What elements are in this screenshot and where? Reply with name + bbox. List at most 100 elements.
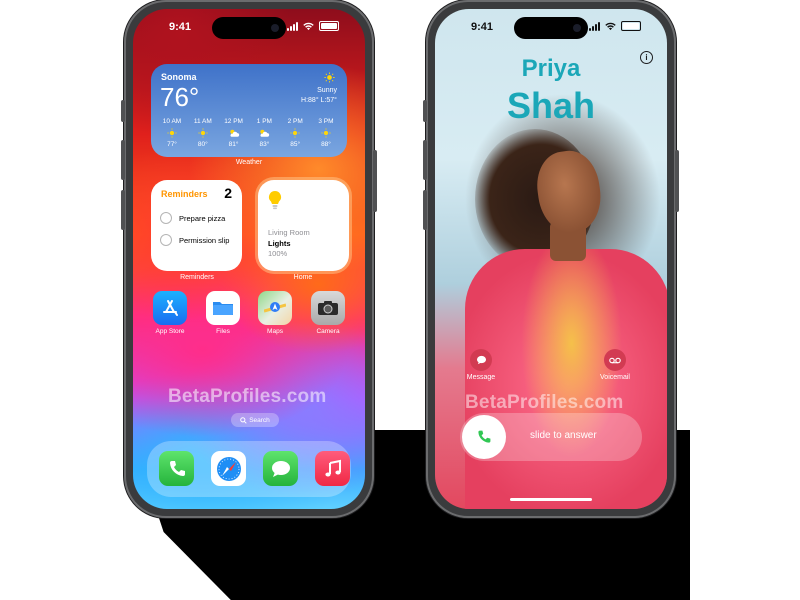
- home-accessory: Lights: [268, 239, 291, 248]
- partly-cloudy-icon: [229, 129, 239, 137]
- sun-icon: [324, 72, 335, 83]
- forecast-temp: 77°: [167, 141, 177, 148]
- caller-last-name: Shah: [506, 85, 595, 126]
- reminders-widget[interactable]: Reminders 2 Prepare pizza Permission sli…: [151, 180, 242, 271]
- weather-temp: 76°: [160, 82, 200, 112]
- home-screen: 9:41 Sonoma 76° Sunny H:88° L:57° 10 AM …: [133, 9, 365, 509]
- search-label: Search: [249, 416, 270, 424]
- app-label: Files: [216, 328, 230, 335]
- search-icon: [240, 416, 247, 424]
- forecast-temp: 83°: [259, 141, 270, 148]
- phone-icon[interactable]: [159, 451, 194, 486]
- search-button[interactable]: Search: [231, 413, 279, 427]
- phone-icon: [478, 430, 491, 443]
- sun-icon: [290, 128, 300, 138]
- status-time: 9:41: [169, 21, 192, 33]
- forecast-time: 12 PM: [224, 118, 243, 125]
- action-button: [423, 100, 427, 122]
- message-button[interactable]: Message: [451, 349, 511, 381]
- weather-condition: Sunny: [317, 87, 337, 94]
- forecast-temp: 88°: [321, 141, 331, 148]
- forecast-time: 3 PM: [318, 118, 334, 125]
- answer-knob[interactable]: [462, 415, 506, 459]
- reminder-text: Prepare pizza: [179, 213, 226, 223]
- status-time: 9:41: [471, 21, 494, 33]
- slide-to-answer-label: slide to answer: [530, 430, 597, 441]
- forecast-time: 2 PM: [287, 118, 303, 125]
- weather-widget-label: Weather: [235, 159, 263, 166]
- volume-down-button: [121, 190, 125, 230]
- status-bar: 9:41: [435, 19, 667, 37]
- camera-app[interactable]: Camera: [311, 291, 345, 335]
- voicemail-icon: [604, 349, 626, 371]
- voicemail-button[interactable]: Voicemail: [585, 349, 645, 381]
- reminder-item[interactable]: Permission slip: [160, 234, 229, 246]
- app-label: Camera: [316, 328, 340, 335]
- watermark-text: BetaProfiles.com: [465, 392, 624, 413]
- forecast-temp: 85°: [290, 141, 301, 148]
- music-icon[interactable]: [315, 451, 350, 486]
- message-label: Message: [466, 374, 496, 381]
- maps-app[interactable]: Maps: [258, 291, 292, 335]
- reminder-text: Permission slip: [179, 235, 230, 245]
- weather-widget[interactable]: Sonoma 76° Sunny H:88° L:57° 10 AM 77° 1…: [151, 64, 347, 157]
- files-app[interactable]: Files: [206, 291, 240, 335]
- message-icon: [470, 349, 492, 371]
- caller-first-name: Priya: [521, 55, 581, 82]
- forecast-time: 1 PM: [256, 118, 272, 125]
- forecast-hour: 11 AM 80°: [188, 116, 218, 150]
- files-icon: [206, 291, 240, 325]
- side-button: [373, 150, 377, 212]
- wifi-icon: [303, 22, 314, 30]
- home-room: Living Room: [268, 228, 310, 237]
- sun-icon: [198, 128, 208, 138]
- checkbox-circle-icon[interactable]: [160, 212, 172, 224]
- volume-up-button: [121, 140, 125, 180]
- forecast-hour: 2 PM 85°: [280, 116, 310, 150]
- slide-to-answer[interactable]: slide to answer: [460, 413, 642, 461]
- forecast-temp: 81°: [228, 141, 239, 148]
- messages-icon[interactable]: [263, 451, 298, 486]
- weather-city: Sonoma: [161, 72, 197, 82]
- voicemail-label: Voicemail: [600, 374, 630, 381]
- app-label: Maps: [267, 328, 283, 335]
- safari-icon[interactable]: [211, 451, 246, 486]
- app-store-icon: [153, 291, 187, 325]
- reminder-item[interactable]: Prepare pizza: [160, 212, 225, 224]
- watermark-text: BetaProfiles.com: [168, 386, 327, 407]
- wifi-icon: [605, 22, 616, 30]
- home-widget-label: Home: [293, 274, 313, 281]
- weather-hilo: H:88° L:57°: [301, 97, 337, 104]
- cellular-signal-icon: [287, 21, 298, 31]
- right-phone: 9:41 i Priya Shah Message Voicemail Beta…: [423, 0, 679, 518]
- sun-icon: [321, 128, 331, 138]
- checkbox-circle-icon[interactable]: [160, 234, 172, 246]
- home-level: 100%: [268, 249, 288, 258]
- left-phone: 9:41 Sonoma 76° Sunny H:88° L:57° 10 AM …: [121, 0, 377, 518]
- home-indicator[interactable]: [510, 498, 592, 501]
- side-button: [675, 150, 679, 212]
- volume-down-button: [423, 190, 427, 230]
- forecast-time: 11 AM: [193, 118, 212, 125]
- app-store-app[interactable]: App Store: [153, 291, 187, 335]
- forecast-hour: 1 PM 83°: [249, 116, 279, 150]
- volume-up-button: [423, 140, 427, 180]
- forecast-hour: 3 PM 88°: [311, 116, 341, 150]
- home-widget[interactable]: Living Room Lights 100%: [258, 180, 349, 271]
- app-label: App Store: [155, 328, 185, 335]
- reminders-title: Reminders: [161, 189, 208, 199]
- reminders-widget-label: Reminders: [180, 274, 214, 281]
- status-bar: 9:41: [133, 19, 365, 37]
- forecast-hour: 10 AM 77°: [157, 116, 187, 150]
- hourly-forecast: 10 AM 77° 11 AM 80° 12 PM 81° 1 PM 83° 2…: [157, 116, 341, 150]
- lightbulb-icon: [268, 190, 282, 210]
- maps-icon: [258, 291, 292, 325]
- camera-icon: [311, 291, 345, 325]
- battery-icon: [319, 21, 339, 31]
- incoming-call-screen: 9:41 i Priya Shah Message Voicemail Beta…: [435, 9, 667, 509]
- battery-icon: [621, 21, 641, 31]
- cellular-signal-icon: [589, 21, 600, 31]
- action-button: [121, 100, 125, 122]
- forecast-temp: 80°: [197, 141, 208, 148]
- sun-icon: [167, 128, 177, 138]
